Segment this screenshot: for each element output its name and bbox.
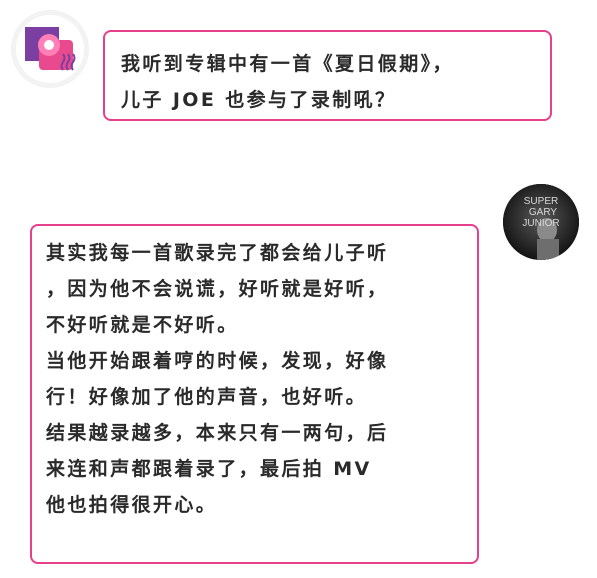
question-line-1: 我听到专辑中有一首《夏日假期》， xyxy=(121,53,454,75)
answer-line-6: 结果越录越多，本来只有一两句，后 xyxy=(46,422,389,444)
answer-line-2: ，因为他不会说谎，好听就是好听， xyxy=(46,278,389,300)
avatar-text-2: GARY xyxy=(529,207,557,218)
answer-line-7: 来连和声都跟着录了，最后拍 MV xyxy=(46,458,372,480)
artist-photo-icon: SUPER GARY JUNIOR xyxy=(503,184,579,260)
interviewer-avatar xyxy=(11,10,89,88)
answer-line-5: 行！好像加了他的声音，也好听。 xyxy=(46,386,368,408)
avatar-text-1: SUPER xyxy=(524,196,558,207)
question-line-2: 儿子 JOE 也参与了录制吼？ xyxy=(121,89,397,111)
answer-line-4: 当他开始跟着哼的时候，发现，好像 xyxy=(46,350,389,372)
magazine-logo-icon xyxy=(12,11,88,87)
answer-line-1: 其实我每一首歌录完了都会给儿子听 xyxy=(46,242,389,264)
question-bubble: 我听到专辑中有一首《夏日假期》， 儿子 JOE 也参与了录制吼？ xyxy=(103,30,552,121)
avatar-text-3: JUNIOR xyxy=(522,218,559,229)
interviewee-avatar: SUPER GARY JUNIOR xyxy=(503,184,579,260)
answer-line-3: 不好听就是不好听。 xyxy=(46,314,239,336)
answer-line-8: 他也拍得很开心。 xyxy=(46,494,218,516)
answer-bubble: 其实我每一首歌录完了都会给儿子听 ，因为他不会说谎，好听就是好听， 不好听就是不… xyxy=(30,224,479,564)
